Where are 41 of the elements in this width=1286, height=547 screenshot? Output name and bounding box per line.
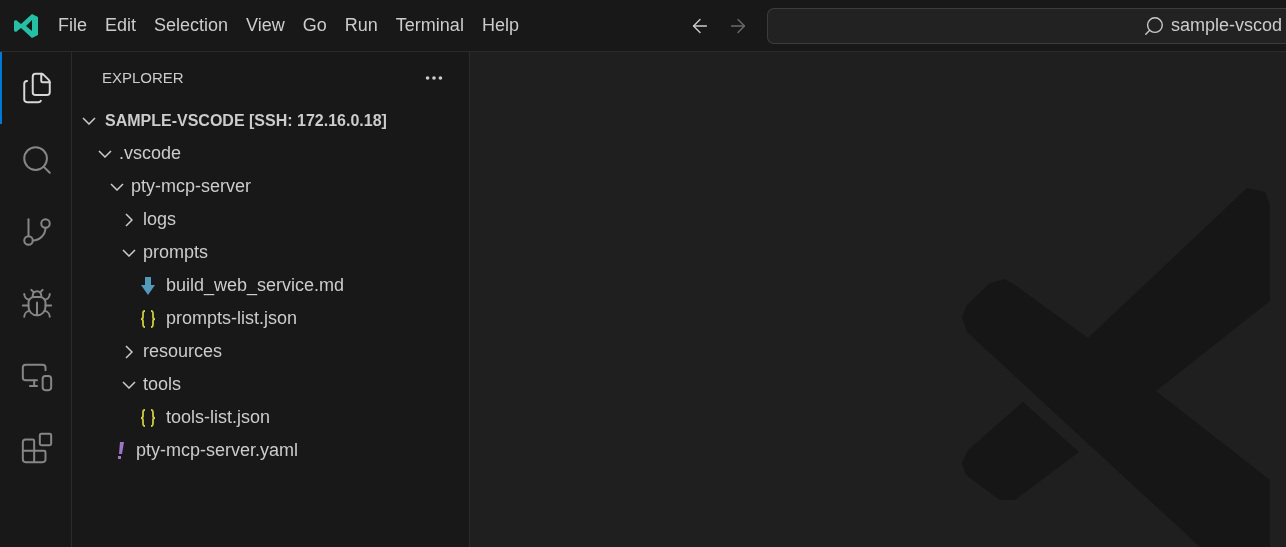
- file-name: build_web_service.md: [166, 274, 345, 298]
- file-name: tools-list.json: [166, 406, 271, 429]
- braces-icon: [140, 309, 156, 328]
- search-icon: [1142, 14, 1165, 37]
- folder-name: .vscode: [119, 142, 182, 165]
- folder-row[interactable]: .vscode: [72, 137, 469, 170]
- folder-row[interactable]: pty-mcp-server: [72, 170, 469, 203]
- folder-name: tools: [143, 373, 182, 396]
- folder-name: pty-mcp-server: [131, 175, 251, 198]
- root-folder-name: SAMPLE-VSCODE [SSH: 172.16.0.18]: [105, 110, 387, 131]
- exclamation-icon: [116, 441, 126, 460]
- folder-row[interactable]: tools: [72, 368, 469, 401]
- search-field[interactable]: sample-vscod: [766, 7, 1286, 44]
- folder-row[interactable]: prompts: [72, 236, 469, 269]
- menu-item[interactable]: Help: [475, 12, 525, 39]
- menu-item[interactable]: Selection: [148, 12, 235, 39]
- folder-name: logs: [143, 208, 177, 231]
- menu-item[interactable]: Run: [338, 12, 384, 39]
- bug-icon: [19, 287, 54, 321]
- menu-item[interactable]: View: [240, 12, 291, 39]
- menu-item[interactable]: Terminal: [389, 12, 470, 39]
- root-row[interactable]: SAMPLE-VSCODE [SSH: 172.16.0.18]: [72, 104, 469, 137]
- blocks-icon: [19, 431, 54, 465]
- file-row[interactable]: tools-list.json: [72, 401, 469, 434]
- file-name: pty-mcp-server.yaml: [136, 439, 299, 462]
- search-value: sample-vscod: [1170, 14, 1282, 37]
- folder-row[interactable]: logs: [72, 203, 469, 236]
- menu-item[interactable]: File: [52, 12, 93, 39]
- file-row[interactable]: build_web_service.md: [72, 269, 469, 302]
- down-arrow-icon: [140, 276, 156, 295]
- menu-item[interactable]: Go: [296, 12, 333, 39]
- logo-icon: [13, 12, 39, 39]
- folder-name: prompts: [143, 241, 209, 264]
- sidebar-title: EXPLORER: [102, 67, 184, 88]
- file-row[interactable]: prompts-list.json: [72, 302, 469, 335]
- folder-row[interactable]: resources: [72, 335, 469, 368]
- braces-icon: [140, 408, 156, 427]
- folder-name: resources: [143, 340, 223, 363]
- file-name: prompts-list.json: [166, 307, 298, 330]
- file-row[interactable]: pty-mcp-server.yaml: [72, 434, 469, 467]
- menu-item[interactable]: Edit: [99, 12, 143, 39]
